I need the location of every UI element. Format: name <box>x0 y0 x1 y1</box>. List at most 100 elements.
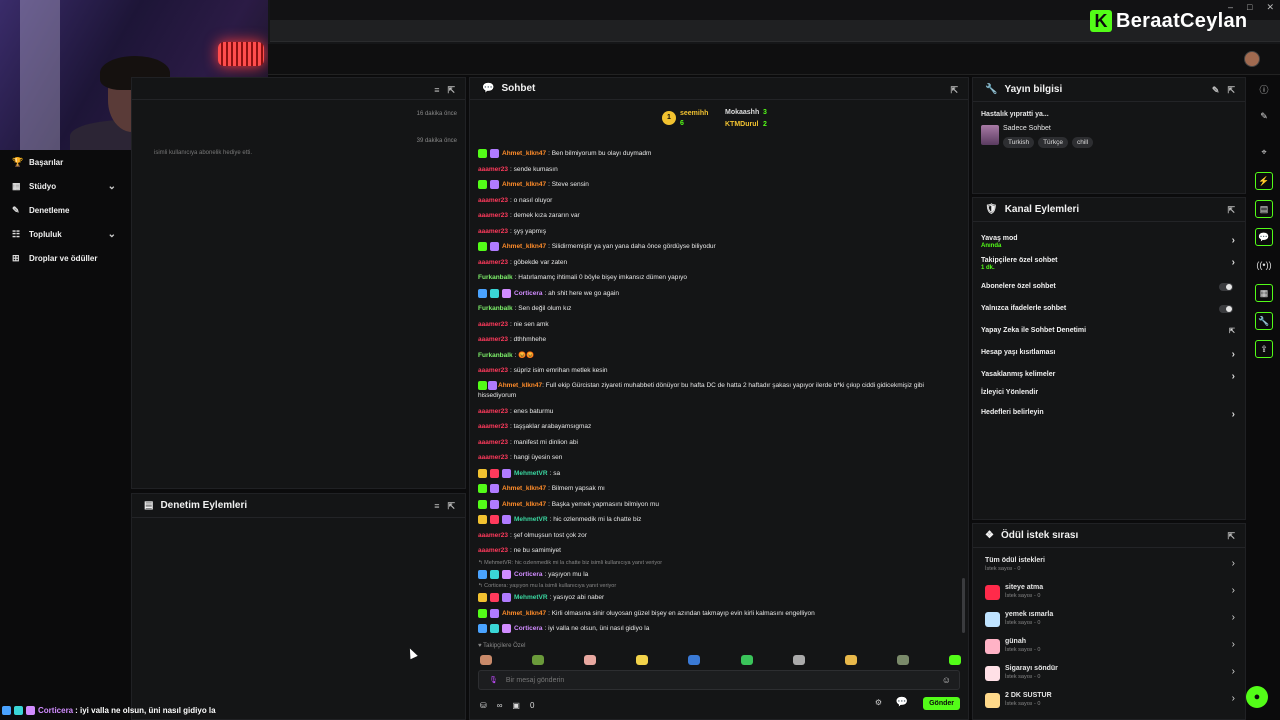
chat-username[interactable]: Ahmet_klkn47 <box>502 606 546 622</box>
channel-action-row[interactable]: Yavaş mod Anında › <box>981 235 1239 249</box>
chat-message[interactable]: aaamer23: hangi üyesin sen <box>478 450 958 466</box>
chat-username[interactable]: Furkanbalk <box>478 270 513 286</box>
emote-icon[interactable] <box>584 655 597 665</box>
chat-message[interactable]: aaamer23: şyş yapmış <box>478 224 958 240</box>
wrench-icon[interactable]: 🔧 <box>1255 312 1273 330</box>
chat-username[interactable]: aaamer23 <box>478 332 508 348</box>
sidebar-item-moderation[interactable]: ✎ Denetleme <box>0 198 130 222</box>
avatar[interactable] <box>1244 51 1260 67</box>
chat-message[interactable]: aaamer23: süpriz isim emrihan metlek kes… <box>478 363 958 379</box>
chat-username[interactable]: Ahmet_klkn47 <box>502 239 546 255</box>
chat-message[interactable]: aaamer23: o nasıl oluyor <box>478 193 958 209</box>
channel-action-row[interactable]: Hesap yaşı kısıtlaması › <box>981 349 1239 360</box>
chat-message[interactable]: aaamer23: nie sen amk <box>478 317 958 333</box>
chat-username[interactable]: aaamer23 <box>478 255 508 271</box>
share-icon[interactable]: ⇪ <box>1255 340 1273 358</box>
emote-icon[interactable] <box>636 655 649 665</box>
all-rewards-row[interactable]: Tüm ödül istekleri İstek sayısı - 0 › <box>985 557 1239 579</box>
chat-scrollbar[interactable] <box>962 578 965 633</box>
chat-username[interactable]: Corticera <box>514 621 543 637</box>
crosshair-icon[interactable]: ⌖ <box>1255 143 1273 161</box>
filter-icon[interactable]: ≡ <box>434 501 439 512</box>
channel-action-row[interactable]: Hedefleri belirleyin › <box>981 409 1239 420</box>
broadcast-icon[interactable]: ((•)) <box>1255 256 1273 274</box>
chat-message[interactable]: aaamer23: sende kumasın <box>478 162 958 178</box>
emote-icon[interactable] <box>532 655 545 665</box>
chat-username[interactable]: MehmetVR <box>514 466 548 482</box>
chat-message[interactable]: aaamer23: şef olmuşsun tost çok zor <box>478 528 958 544</box>
emote-icon[interactable] <box>896 655 909 665</box>
lightning-icon[interactable]: ⚡ <box>1255 172 1273 190</box>
popout-icon[interactable]: ⇱ <box>447 501 455 512</box>
popout-icon[interactable]: ⇱ <box>1227 531 1235 542</box>
pen-icon[interactable]: ✎ <box>1255 107 1273 125</box>
emote-icon[interactable] <box>792 655 805 665</box>
channel-action-row[interactable]: İzleyici Yönlendir <box>981 389 1239 396</box>
emote-icon[interactable] <box>688 655 701 665</box>
bag-icon[interactable]: ▣ <box>512 701 520 710</box>
chat-username[interactable]: MehmetVR <box>514 590 548 606</box>
popout-icon[interactable]: ⇱ <box>950 85 958 96</box>
emote-icon[interactable] <box>844 655 857 665</box>
chat-input[interactable]: 🎙 Bir mesaj gönderin ☺ <box>478 670 960 690</box>
popout-icon[interactable]: ⇱ <box>1227 85 1235 96</box>
grid-icon[interactable]: ▦ <box>1255 284 1273 302</box>
chat-username[interactable]: Furkanbalk <box>478 348 513 364</box>
chat-message[interactable]: aaamer23: demek kıza zararın var <box>478 208 958 224</box>
tag[interactable]: Türkçe <box>1038 137 1068 148</box>
reward-row[interactable]: 2 DK SUSTUR İstek sayısı - 0 › <box>985 692 1239 714</box>
channel-action-row[interactable]: Yapay Zeka ile Sohbet Denetimi ⇱ <box>981 327 1239 335</box>
toggle-switch[interactable] <box>1219 283 1233 291</box>
chat-message[interactable]: Corticera: yaşıyon mu la <box>478 567 958 583</box>
tag[interactable]: Turkish <box>1003 137 1035 148</box>
chat-fab-button[interactable]: ● <box>1246 686 1268 708</box>
chat-message[interactable]: Ahmet_klkn47: Full ekip Gürcistan ziyare… <box>478 379 958 404</box>
sidebar-item-community[interactable]: ☷ Topluluk ⌄ <box>0 222 130 246</box>
sidebar-item-drops[interactable]: ⊞ Droplar ve ödüller <box>0 246 130 270</box>
chat-username[interactable]: aaamer23 <box>478 317 508 333</box>
chat-username[interactable]: aaamer23 <box>478 435 508 451</box>
send-button[interactable]: Gönder <box>923 697 960 710</box>
chevron-down-icon[interactable]: ⌄ <box>108 229 116 240</box>
chat-username[interactable]: aaamer23 <box>478 162 508 178</box>
close-icon[interactable]: ✕ <box>1266 2 1274 13</box>
chat-message[interactable]: aaamer23: taşşaklar arabayamsıgmaz <box>478 419 958 435</box>
emoji-icon[interactable]: ☺ <box>942 675 951 685</box>
chat-message[interactable]: MehmetVR: sa <box>478 466 958 482</box>
chat-username[interactable]: Ahmet_klkn47 <box>502 146 546 162</box>
chat-message[interactable]: MehmetVR: hic ozlenmedik mi la chatte bi… <box>478 512 958 528</box>
chat-username[interactable]: aaamer23 <box>478 208 508 224</box>
chat-message[interactable]: aaamer23: enes baturmu <box>478 404 958 420</box>
document-icon[interactable]: ▤ <box>1255 200 1273 218</box>
chat-username[interactable]: aaamer23 <box>478 450 508 466</box>
channel-action-row[interactable]: Yalnızca ifadelerle sohbet <box>981 305 1239 313</box>
chat-username[interactable]: aaamer23 <box>478 224 508 240</box>
chat-username[interactable]: MehmetVR <box>514 512 548 528</box>
chat-username[interactable]: Ahmet_klkn47 <box>502 177 546 193</box>
chevron-down-icon[interactable]: ⌄ <box>108 181 116 192</box>
chat-message[interactable]: Ahmet_klkn47: Silidirmemiştir ya yan yan… <box>478 239 958 255</box>
channel-action-row[interactable]: Abonelere özel sohbet <box>981 283 1239 291</box>
chat-username[interactable]: Corticera <box>514 286 543 302</box>
chat-username[interactable]: Ahmet_klkn47 <box>502 497 546 513</box>
chat-message[interactable]: Corticera: iyi valla ne olsun, üni nasıl… <box>478 621 958 637</box>
emote-icon[interactable] <box>480 655 492 665</box>
stream-category[interactable]: Sadece Sohbet <box>1003 125 1051 132</box>
gift-leaderboard[interactable]: 1 seemihh 6 Mokaashh 3 KTMDurul 2 <box>660 106 790 134</box>
chat-icon[interactable]: 💬 <box>1255 228 1273 246</box>
chat-username[interactable]: aaamer23 <box>478 363 508 379</box>
popout-icon[interactable]: ⇱ <box>1227 205 1235 216</box>
chat-message[interactable]: MehmetVR: yasıyoz abi naber <box>478 590 958 606</box>
chat-message[interactable]: aaamer23: göbekde var zaten <box>478 255 958 271</box>
popout-icon[interactable]: ⇱ <box>447 85 455 96</box>
info-icon[interactable]: ⓘ <box>1255 80 1273 98</box>
maximize-icon[interactable]: □ <box>1247 2 1252 13</box>
toggle-switch[interactable] <box>1219 305 1233 313</box>
reward-row[interactable]: yemek ısmarla İstek sayısı - 0 › <box>985 611 1239 633</box>
chat-username[interactable]: aaamer23 <box>478 528 508 544</box>
gear-icon[interactable]: ⚙ <box>875 698 882 707</box>
tag[interactable]: chill <box>1071 137 1094 148</box>
reward-row[interactable]: günah İstek sayısı - 0 › <box>985 638 1239 660</box>
sidebar-item-studio[interactable]: ▦ Stüdyo ⌄ <box>0 174 130 198</box>
chat-message[interactable]: Ahmet_klkn47: Bilmem yapsak mı <box>478 481 958 497</box>
